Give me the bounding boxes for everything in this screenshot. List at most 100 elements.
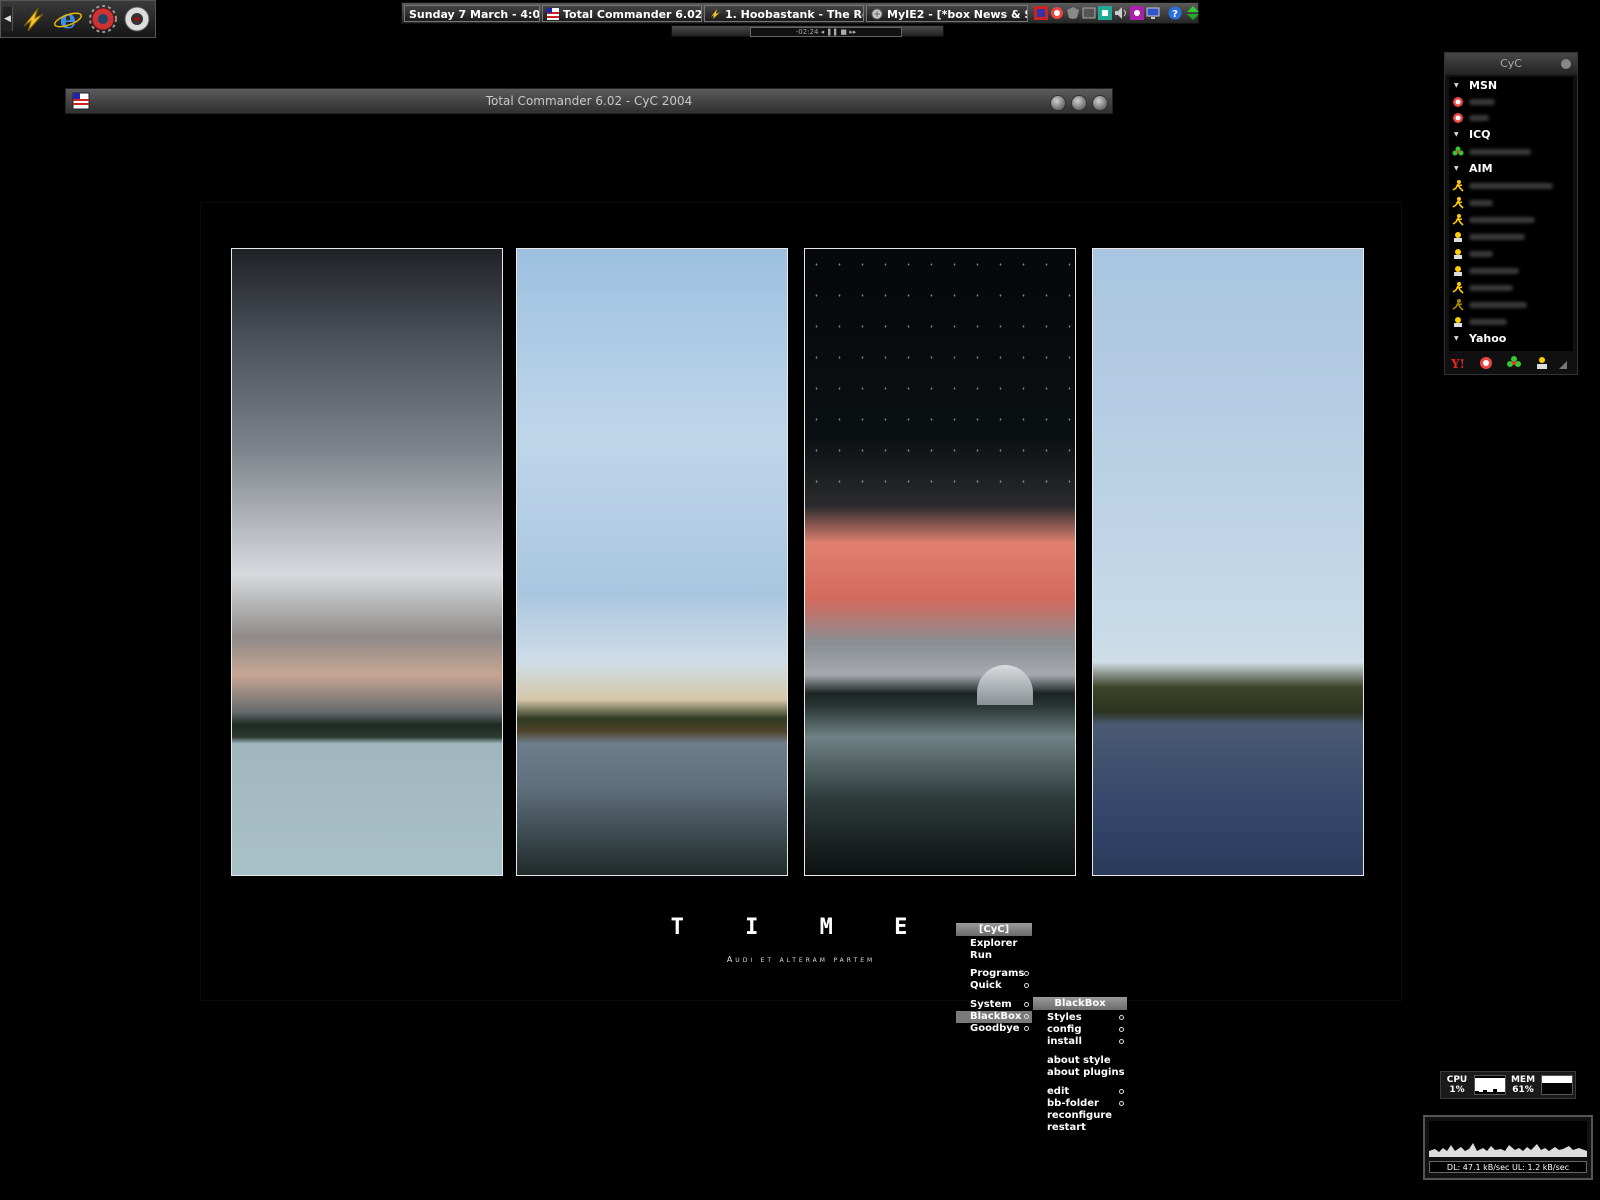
internet-explorer-icon[interactable]: e [53,4,83,35]
menu-item-blackbox[interactable]: BlackBox [956,1011,1032,1023]
menu-item-programs[interactable]: Programs [956,968,1032,980]
task-myie2[interactable]: MyIE2 - [*box News & Scr... [866,5,1028,22]
aim-runner-icon [1452,282,1464,294]
monitor-tray-icon[interactable] [1146,6,1160,20]
antivirus-tray-icon[interactable] [1130,6,1144,20]
taskbar-clock[interactable]: Sunday 7 March - 4:04 PM [404,5,540,22]
buddy-entry[interactable] [1449,246,1573,262]
group-icq[interactable]: ▼ ICQ [1449,128,1491,142]
icq-flower-icon [1452,146,1464,158]
volume-tray-icon[interactable] [1114,6,1128,20]
buddy-entry[interactable] [1449,263,1573,279]
group-msn[interactable]: ▼ MSN [1449,79,1497,93]
submenu-bullet-icon [1119,1027,1124,1032]
buddy-entry[interactable] [1449,178,1573,194]
media-time: -02:24 [795,28,819,36]
network-monitor: DL: 47.1 kB/sec UL: 1.2 kB/sec [1423,1115,1593,1180]
media-control-bar[interactable]: -02:24 ◂ ❚❚ ■ ▸▸ [671,25,944,37]
submenu-bullet-icon [1024,1014,1029,1019]
task-winamp[interactable]: 1. Hoobastank - The Reas... [704,5,864,22]
submenu-bullet-icon [1119,1039,1124,1044]
menu-item-about-style[interactable]: about style [1033,1055,1127,1067]
aim-runner-icon[interactable] [1535,356,1549,370]
update-tray-icon[interactable] [1186,6,1200,20]
cpu-label: CPU 1% [1446,1075,1468,1095]
resize-grip-icon[interactable] [1559,359,1567,369]
buddy-entry[interactable] [1449,314,1573,330]
buddy-list[interactable]: ▼ MSN ▼ ICQ ▼ AIM ▼ Yahoo [1449,77,1573,351]
buddy-list-window[interactable]: CyC ▼ MSN ▼ ICQ ▼ AIM ▼ Yahoo Y! [1444,52,1578,375]
close-button[interactable] [1092,95,1108,111]
buddy-entry[interactable] [1449,212,1573,228]
buddy-entry[interactable] [1449,144,1573,160]
media-player-icon[interactable] [122,4,152,34]
submenu-bullet-icon [1024,1026,1029,1031]
buddy-entry[interactable] [1449,280,1573,296]
quick-launch-bar: ◀ e [0,0,156,38]
menu-item-reconfigure[interactable]: reconfigure [1033,1110,1127,1122]
buddy-entry[interactable] [1449,110,1573,126]
menu-item-install[interactable]: install [1033,1036,1127,1048]
buddy-list-footer: Y! [1449,353,1573,373]
group-yahoo[interactable]: ▼ Yahoo [1449,332,1506,346]
stars-decoration [805,249,1075,489]
settings-gear-icon[interactable] [88,4,118,34]
aim-away-icon [1452,248,1464,260]
buddy-entry[interactable] [1449,297,1573,313]
mem-value: 61% [1512,1085,1534,1095]
wallpaper-tagline: Audi et alteram partem [726,955,876,964]
network-tray-icon[interactable] [1098,6,1112,20]
menu-item-run[interactable]: Run [956,950,1032,962]
disk-tray-icon[interactable] [1082,6,1096,20]
gaim-tray-icon[interactable] [1050,6,1064,20]
expand-triangle-icon: ▼ [1454,131,1459,138]
svg-text:e: e [60,5,77,34]
menu-item-config[interactable]: config [1033,1024,1127,1036]
taskbar: Sunday 7 March - 4:04 PM Total Commander… [401,2,1199,24]
yahoo-icon[interactable]: Y! [1450,356,1465,371]
buddy-entry[interactable] [1449,94,1573,110]
help-tray-icon[interactable]: ? [1168,6,1182,20]
buddy-entry[interactable] [1449,229,1573,245]
msn-buddy-icon[interactable] [1479,356,1493,370]
msn-tray-icon[interactable] [1034,6,1048,20]
wallpaper-logo: T I M E [670,915,932,940]
maximize-button[interactable] [1071,95,1087,111]
msn-buddy-icon [1452,112,1464,124]
menu-item-system[interactable]: System [956,999,1032,1011]
svg-text:Y!: Y! [1451,357,1465,370]
menu-item-goodbye[interactable]: Goodbye [956,1023,1032,1035]
task-total-commander[interactable]: Total Commander 6.02 - C... [542,5,702,22]
menu-item-explorer[interactable]: Explorer [956,938,1032,950]
winamp-icon[interactable] [18,4,48,34]
menu-item-restart[interactable]: restart [1033,1122,1127,1134]
aim-away-icon [1452,231,1464,243]
submenu-bullet-icon [1024,1002,1029,1007]
icq-flower-icon[interactable] [1507,356,1521,370]
shield-tray-icon[interactable] [1066,6,1080,20]
aim-idle-icon [1452,299,1464,311]
window-title: Total Commander 6.02 - CyC 2004 [485,94,693,108]
blackbox-menu-title: BlackBox [1033,997,1127,1010]
menu-item-quick[interactable]: Quick [956,980,1032,992]
expand-triangle-icon: ▼ [1454,335,1459,342]
menu-item-bb-folder[interactable]: bb-folder [1033,1098,1127,1110]
minimize-button[interactable] [1050,95,1066,111]
close-button[interactable] [1561,59,1571,69]
aim-runner-icon [1452,214,1464,226]
wallpaper-panel-night-lake [804,248,1076,876]
root-menu-title: [CyC] [956,923,1032,936]
buddy-entry[interactable] [1449,195,1573,211]
menu-item-edit[interactable]: edit [1033,1086,1127,1098]
buddy-list-title: CyC [1445,53,1577,75]
collapse-arrow-icon[interactable]: ◀ [3,7,13,31]
total-commander-window[interactable]: Total Commander 6.02 - CyC 2004 [65,88,1113,114]
expand-triangle-icon: ▼ [1454,82,1459,89]
cpu-graph [1474,1075,1506,1095]
submenu-bullet-icon [1024,971,1029,976]
menu-item-about-plugins[interactable]: about plugins [1033,1067,1127,1079]
group-aim[interactable]: ▼ AIM [1449,162,1493,176]
menu-item-styles[interactable]: Styles [1033,1012,1127,1024]
wallpaper-panel-mountain-lake [1092,248,1364,876]
media-progress[interactable]: -02:24 ◂ ❚❚ ■ ▸▸ [750,27,902,37]
